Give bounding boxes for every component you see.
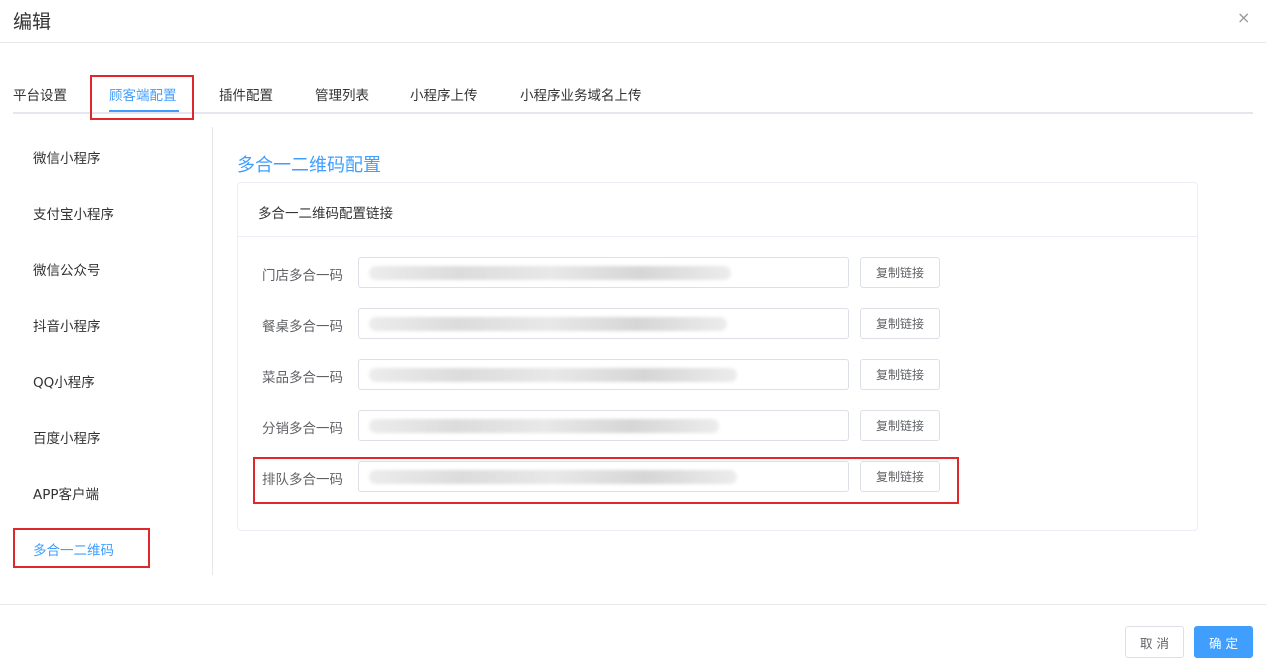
tab-domain-upload[interactable]: 小程序业务域名上传 — [520, 84, 642, 104]
dialog-title: 编辑 — [13, 11, 52, 33]
row-label-table: 餐桌多合一码 — [262, 319, 343, 335]
copy-link-button-table[interactable]: 复制链接 — [860, 308, 940, 339]
tab-bar: 平台设置 顾客端配置 插件配置 管理列表 小程序上传 小程序业务域名上传 — [13, 72, 1253, 114]
section-title: 多合一二维码配置 — [237, 155, 381, 176]
tab-miniprogram-upload[interactable]: 小程序上传 — [410, 84, 478, 104]
sidebar: 微信小程序 支付宝小程序 微信公众号 抖音小程序 QQ小程序 百度小程序 APP… — [13, 127, 213, 575]
tab-plugin-config[interactable]: 插件配置 — [219, 84, 273, 104]
copy-link-button-distribution[interactable]: 复制链接 — [860, 410, 940, 441]
tab-platform-settings[interactable]: 平台设置 — [13, 84, 67, 104]
footer-divider — [0, 604, 1266, 605]
panel-title: 多合一二维码配置链接 — [258, 206, 393, 222]
row-label-distribution: 分销多合一码 — [262, 421, 343, 437]
link-value-blurred — [369, 368, 737, 382]
row-label-store: 门店多合一码 — [262, 268, 343, 284]
dialog-header: 编辑 × — [0, 0, 1266, 43]
close-icon[interactable]: × — [1237, 8, 1250, 27]
sidebar-item-baidu-miniprogram[interactable]: 百度小程序 — [33, 427, 101, 447]
confirm-button[interactable]: 确 定 — [1194, 626, 1253, 658]
store-link-input[interactable] — [358, 257, 849, 288]
highlight-box-sidebar — [13, 528, 150, 568]
sidebar-item-wechat-miniprogram[interactable]: 微信小程序 — [33, 147, 101, 167]
highlight-box-queue-row — [253, 457, 959, 504]
sidebar-item-app-client[interactable]: APP客户端 — [33, 483, 99, 503]
link-value-blurred — [369, 317, 727, 331]
link-value-blurred — [369, 419, 719, 433]
tab-management-list[interactable]: 管理列表 — [315, 84, 369, 104]
copy-link-button-store[interactable]: 复制链接 — [860, 257, 940, 288]
cancel-button[interactable]: 取 消 — [1125, 626, 1184, 658]
row-label-dish: 菜品多合一码 — [262, 370, 343, 386]
sidebar-item-wechat-official[interactable]: 微信公众号 — [33, 259, 101, 279]
dish-link-input[interactable] — [358, 359, 849, 390]
panel-header: 多合一二维码配置链接 — [238, 183, 1197, 237]
sidebar-item-douyin-miniprogram[interactable]: 抖音小程序 — [33, 315, 101, 335]
distribution-link-input[interactable] — [358, 410, 849, 441]
link-value-blurred — [369, 266, 731, 280]
table-link-input[interactable] — [358, 308, 849, 339]
copy-link-button-dish[interactable]: 复制链接 — [860, 359, 940, 390]
sidebar-item-alipay-miniprogram[interactable]: 支付宝小程序 — [33, 203, 114, 223]
highlight-box-tab — [90, 75, 194, 120]
sidebar-item-qq-miniprogram[interactable]: QQ小程序 — [33, 371, 95, 391]
